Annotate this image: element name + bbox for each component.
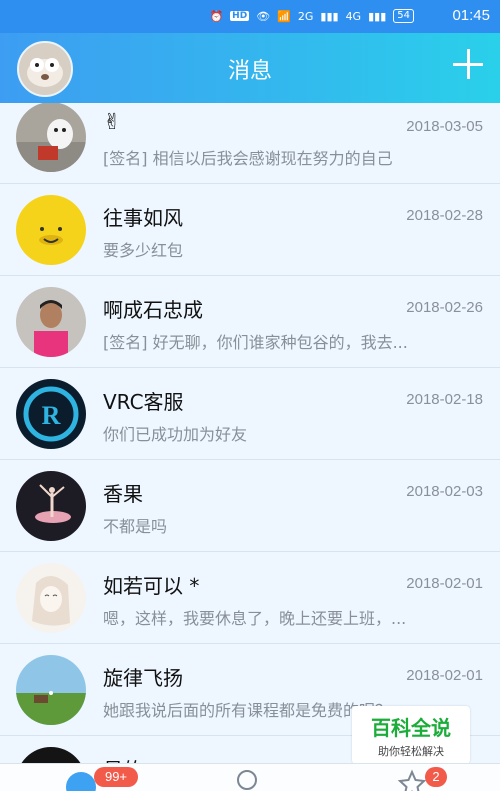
signal-2-label: 4G xyxy=(345,9,362,23)
message-date: 2018-02-01 xyxy=(406,575,483,592)
message-preview: 你们已成功加为好友 xyxy=(103,425,248,444)
message-date: 2018-03-05 xyxy=(406,118,483,135)
avatar xyxy=(16,103,86,172)
contact-name: 往事如风 xyxy=(103,206,183,230)
alarm-icon: ⏰ xyxy=(209,9,224,23)
avatar: R xyxy=(16,379,86,449)
message-preview: 要多少红包 xyxy=(103,241,184,260)
tab-messages-icon[interactable] xyxy=(66,772,96,791)
conversation-list: ✌ 2018-03-05 [签名] 相信以后我会感谢现在努力的自己 往事如风 2… xyxy=(0,103,500,763)
messages-unread-badge: 99+ xyxy=(94,767,138,787)
battery-icon: 54 xyxy=(393,9,414,23)
message-preview: 不都是吗 xyxy=(103,517,168,536)
add-icon[interactable] xyxy=(453,49,483,79)
message-date: 2018-02-03 xyxy=(406,483,483,500)
bottom-tab-bar: 99+ 2 xyxy=(0,763,500,791)
contact-name: 香果 xyxy=(103,482,143,506)
contact-name: 易的 xyxy=(103,754,143,763)
tab-favorites-icon[interactable] xyxy=(397,769,427,791)
list-item[interactable]: ✌ 2018-03-05 [签名] 相信以后我会感谢现在努力的自己 xyxy=(0,103,500,184)
contact-name: 啊成石忠成 xyxy=(103,298,203,322)
page-title: 消息 xyxy=(227,59,272,84)
avatar xyxy=(16,287,86,357)
signal-icon: ▮▮▮ xyxy=(368,9,387,23)
message-date: 2018-02-26 xyxy=(406,299,483,316)
message-date: 2018-02-01 xyxy=(406,667,483,684)
list-item[interactable]: R VRC客服 2018-02-18 你们已成功加为好友 xyxy=(0,368,500,460)
contact-name: 旋律飞扬 xyxy=(103,666,183,690)
watermark-logo: 百科全说 助你轻松解决 xyxy=(352,706,470,764)
message-preview: 嗯，这样，我要休息了，晚上还要上班，... xyxy=(103,609,407,628)
watermark-subtitle: 助你轻松解决 xyxy=(378,745,444,758)
avatar xyxy=(16,655,86,725)
clock: 01:45 xyxy=(452,7,490,24)
svg-text:R: R xyxy=(42,401,61,430)
message-preview: [签名] 相信以后我会感谢现在努力的自己 xyxy=(103,149,393,168)
eye-icon: 👁 xyxy=(256,9,271,23)
signal-1-label: 2G xyxy=(297,9,314,23)
signal-icon: ▮▮▮ xyxy=(320,9,339,23)
contact-name: 如若可以 * xyxy=(103,574,200,598)
status-icons: ⏰ HD 👁 📶 2G ▮▮▮ 4G ▮▮▮ 54 xyxy=(209,9,414,23)
status-bar: ⏰ HD 👁 📶 2G ▮▮▮ 4G ▮▮▮ 54 01:45 xyxy=(0,0,500,33)
list-item[interactable]: 啊成石忠成 2018-02-26 [签名] 好无聊，你们谁家种包谷的，我去... xyxy=(0,276,500,368)
hd-icon: HD xyxy=(230,11,250,21)
avatar xyxy=(16,747,86,763)
message-date: 2018-02-28 xyxy=(406,207,483,224)
app-header: 消息 xyxy=(0,33,500,103)
list-item[interactable]: 香果 2018-02-03 不都是吗 xyxy=(0,460,500,552)
avatar xyxy=(16,471,86,541)
wifi-icon: 📶 xyxy=(277,9,291,23)
avatar xyxy=(16,195,86,265)
contact-name: ✌ xyxy=(103,110,122,135)
tab-contacts-icon[interactable] xyxy=(237,770,257,790)
watermark-title: 百科全说 xyxy=(371,716,451,740)
contact-name: VRC客服 xyxy=(103,390,184,414)
list-item[interactable]: 如若可以 * 2018-02-01 嗯，这样，我要休息了，晚上还要上班，... xyxy=(0,552,500,644)
favorites-unread-badge: 2 xyxy=(425,767,447,787)
message-date: 2018-02-18 xyxy=(406,391,483,408)
message-preview: [签名] 好无聊，你们谁家种包谷的，我去... xyxy=(103,333,408,352)
list-item[interactable]: 往事如风 2018-02-28 要多少红包 xyxy=(0,184,500,276)
avatar xyxy=(16,563,86,633)
